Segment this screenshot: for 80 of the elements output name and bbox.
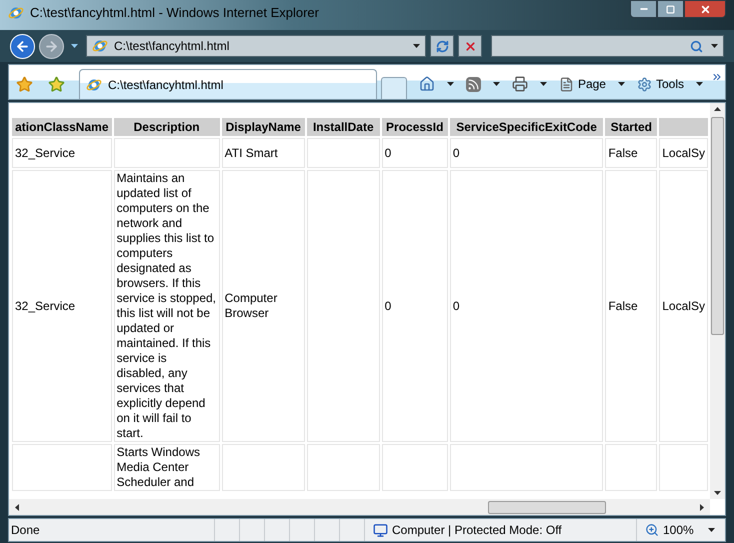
browser-logo-icon xyxy=(8,5,24,21)
star-icon xyxy=(16,76,32,92)
caret-icon xyxy=(70,44,78,48)
scroll-thumb[interactable] xyxy=(711,117,724,335)
table-cell: ATI Smart xyxy=(222,138,305,168)
security-zone-text: Computer | Protected Mode: Off xyxy=(392,522,562,539)
address-dropdown-icon xyxy=(413,44,420,48)
star-plus-icon xyxy=(48,76,64,92)
stop-button[interactable] xyxy=(458,35,482,57)
print-icon xyxy=(512,76,528,92)
column-header: ServiceSpecificExitCode xyxy=(450,118,604,136)
horizontal-scrollbar[interactable] xyxy=(9,499,710,515)
maximize-button[interactable] xyxy=(657,0,684,18)
table-cell: 0 xyxy=(450,138,604,168)
search-dropdown-icon xyxy=(711,44,718,48)
table-cell xyxy=(659,444,708,491)
caret-icon xyxy=(446,82,454,86)
scroll-thumb[interactable] xyxy=(488,500,606,514)
column-header: ProcessId xyxy=(382,118,448,136)
forward-button[interactable] xyxy=(39,34,64,58)
table-cell: False xyxy=(605,170,658,442)
column-header: DisplayName xyxy=(222,118,305,136)
refresh-button[interactable] xyxy=(430,35,454,57)
add-favorite-button[interactable] xyxy=(47,75,65,93)
stop-icon xyxy=(464,40,476,52)
column-header: InstallDate xyxy=(306,118,380,136)
search-icon[interactable] xyxy=(690,40,703,52)
browser-logo-icon xyxy=(92,38,108,54)
arrow-right-icon xyxy=(44,38,59,54)
table-cell: Starts Windows Media Center Scheduler and xyxy=(114,444,220,491)
back-button[interactable] xyxy=(10,34,35,58)
table-cell: Maintains an updated list of computers on the network and supplies this list to computers designated as browsers. If this service is stopped, this list will not be updated or maintained. If this service is disabled, any services that explicitly depend on it will fail to start. xyxy=(114,170,220,442)
search-field[interactable] xyxy=(491,35,724,57)
refresh-icon xyxy=(436,40,448,52)
scroll-up-arrow-icon[interactable] xyxy=(714,107,721,111)
table-cell: 32_Service xyxy=(12,170,112,442)
table-cell: 0 xyxy=(382,170,448,442)
table-cell xyxy=(605,444,658,491)
table-cell: LocalSy xyxy=(659,170,708,442)
address-field[interactable]: C:\test\fancyhtml.html xyxy=(86,35,426,57)
tools-menu-button[interactable]: Tools xyxy=(632,73,707,95)
address-text: C:\test\fancyhtml.html xyxy=(114,38,230,55)
column-header xyxy=(659,118,708,136)
column-header: Description xyxy=(114,118,220,136)
scroll-down-arrow-icon[interactable] xyxy=(714,491,721,495)
column-header: ationClassName xyxy=(12,118,112,136)
table-cell: 32_Service xyxy=(12,138,112,168)
minimize-button[interactable] xyxy=(630,0,657,18)
gear-icon xyxy=(636,76,652,92)
table-cell: 0 xyxy=(382,138,448,168)
maximize-icon xyxy=(666,4,675,14)
scroll-right-arrow-icon[interactable] xyxy=(700,504,704,510)
browser-tab[interactable]: C:\test\fancyhtml.html xyxy=(79,69,377,99)
page-icon xyxy=(558,76,574,92)
house-icon xyxy=(418,76,435,92)
caret-icon xyxy=(618,82,625,86)
feed-icon xyxy=(466,76,481,92)
browser-logo-icon xyxy=(86,76,102,92)
caret-icon xyxy=(540,82,547,86)
page-menu-button[interactable]: Page xyxy=(554,73,629,95)
zoom-button[interactable]: 100% xyxy=(636,519,725,541)
caret-icon xyxy=(708,528,715,532)
close-button[interactable] xyxy=(684,0,726,18)
vertical-scrollbar[interactable] xyxy=(710,103,725,499)
more-tools-icon[interactable] xyxy=(711,71,723,83)
window-title: C:\test\fancyhtml.html - Windows Internet Explorer xyxy=(30,4,319,22)
close-icon xyxy=(700,4,710,14)
zoom-icon xyxy=(645,523,659,537)
computer-icon xyxy=(373,522,388,538)
scroll-left-arrow-icon[interactable] xyxy=(15,504,19,510)
table-cell: 0 xyxy=(450,170,604,442)
table-cell: LocalSy xyxy=(659,138,708,168)
table-cell xyxy=(382,444,448,491)
status-text: Done xyxy=(10,522,41,539)
table-cell: Computer Browser xyxy=(222,170,305,442)
table-cell: False xyxy=(605,138,658,168)
favorites-button[interactable] xyxy=(15,75,33,93)
column-header: Started xyxy=(605,118,658,136)
caret-icon xyxy=(696,82,703,86)
caret-icon xyxy=(492,82,500,86)
